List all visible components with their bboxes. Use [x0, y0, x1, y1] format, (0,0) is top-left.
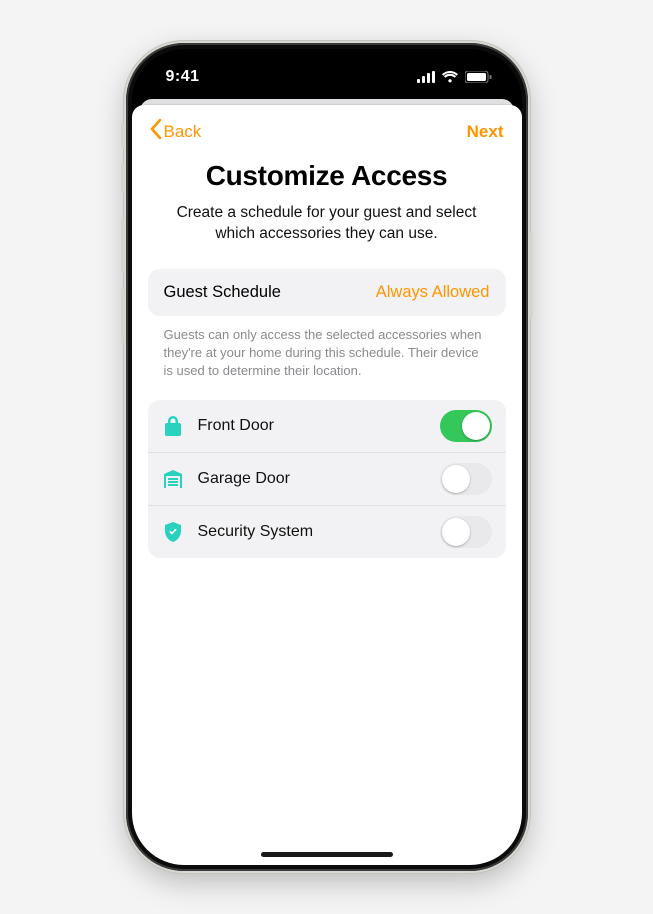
lock-icon	[160, 415, 186, 437]
accessories-list: Front Door Garage Door	[148, 400, 506, 558]
accessory-row-security-system: Security System	[148, 505, 506, 558]
volume-up-button	[121, 218, 125, 273]
dynamic-island	[267, 65, 387, 99]
back-button[interactable]: Back	[150, 119, 202, 144]
garage-icon	[160, 470, 186, 488]
front-door-toggle[interactable]	[440, 410, 492, 442]
power-button	[529, 233, 533, 318]
accessory-label: Garage Door	[198, 470, 440, 488]
accessory-label: Security System	[198, 523, 440, 541]
schedule-value: Always Allowed	[376, 283, 490, 302]
wifi-icon	[441, 71, 459, 83]
accessory-row-garage-door: Garage Door	[148, 452, 506, 505]
garage-door-toggle[interactable]	[440, 463, 492, 495]
next-button[interactable]: Next	[467, 122, 504, 142]
accessory-label: Front Door	[198, 417, 440, 435]
page-title: Customize Access	[160, 160, 494, 192]
guest-schedule-row[interactable]: Guest Schedule Always Allowed	[148, 269, 506, 316]
silence-switch	[121, 163, 125, 193]
page-subtitle: Create a schedule for your guest and sel…	[160, 202, 494, 245]
schedule-footer-note: Guests can only access the selected acce…	[148, 316, 506, 396]
content: Guest Schedule Always Allowed Guests can…	[132, 263, 522, 564]
status-indicators	[417, 71, 492, 83]
cellular-icon	[417, 71, 435, 83]
shield-icon	[160, 522, 186, 542]
device-frame: 9:41 Bac	[126, 43, 528, 871]
back-label: Back	[164, 122, 202, 142]
action-button	[121, 123, 125, 148]
app-sheet: Back Next Customize Access Create a sche…	[132, 105, 522, 865]
accessory-row-front-door: Front Door	[148, 400, 506, 452]
page-header: Customize Access Create a schedule for y…	[132, 150, 522, 263]
home-indicator[interactable]	[261, 852, 393, 857]
battery-icon	[465, 71, 492, 83]
security-system-toggle[interactable]	[440, 516, 492, 548]
schedule-group: Guest Schedule Always Allowed	[148, 269, 506, 316]
status-time: 9:41	[166, 68, 200, 86]
chevron-left-icon	[150, 119, 162, 144]
schedule-label: Guest Schedule	[164, 283, 281, 302]
screen: 9:41 Bac	[132, 49, 522, 865]
nav-bar: Back Next	[132, 105, 522, 150]
volume-down-button	[121, 288, 125, 343]
next-label: Next	[467, 122, 504, 141]
